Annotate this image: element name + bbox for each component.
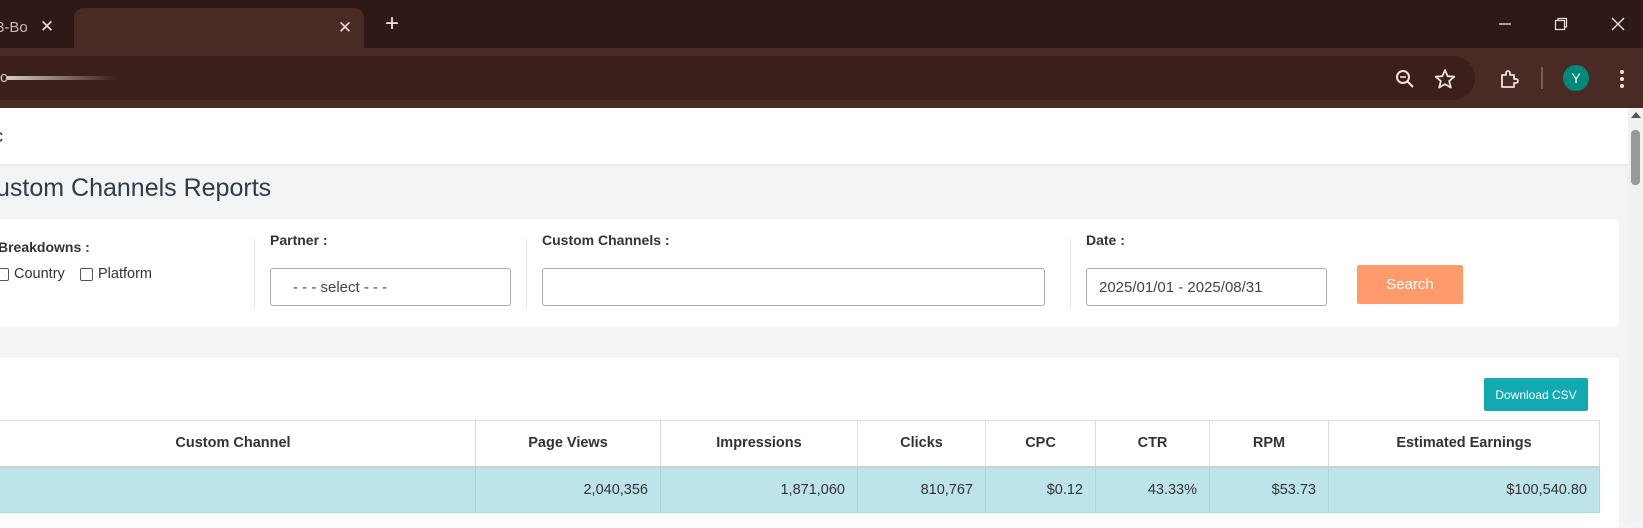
browser-tab-active[interactable]: ✕ <box>74 8 364 48</box>
country-checkbox[interactable]: Country <box>0 266 65 282</box>
cell-page-views: 2,040,356 <box>475 466 661 513</box>
divider <box>1070 239 1071 307</box>
zoom-icon[interactable] <box>1392 66 1418 92</box>
breakdowns-label: Breakdowns : <box>0 239 90 255</box>
browser-toolbar: c <box>0 48 1643 108</box>
custom-channels-input[interactable] <box>542 268 1045 306</box>
bookmark-star-icon[interactable] <box>1432 66 1458 92</box>
browser-tab[interactable]: 3-Bo ✕ <box>0 6 70 48</box>
scroll-thumb[interactable] <box>1631 130 1640 185</box>
cell-ctr: 43.33% <box>1095 466 1210 513</box>
site-header: c <box>0 108 1628 164</box>
header-logo-text: c <box>0 126 3 147</box>
cell-cpc: $0.12 <box>985 466 1096 513</box>
download-csv-button[interactable]: Download CSV <box>1484 378 1588 411</box>
checkbox-box[interactable] <box>0 267 9 281</box>
platform-checkbox[interactable]: Platform <box>80 266 152 282</box>
extensions-icon[interactable] <box>1496 66 1522 92</box>
filter-panel: Breakdowns : Country Platform Partner : … <box>0 219 1619 327</box>
address-bar[interactable]: c <box>0 56 1475 100</box>
date-range-input[interactable]: 2025/01/01 - 2025/08/31 <box>1086 268 1327 306</box>
platform-checkbox-label: Platform <box>98 266 152 282</box>
checkbox-box[interactable] <box>80 267 93 281</box>
column-header[interactable]: Estimated Earnings <box>1328 420 1600 468</box>
cell-rpm: $53.73 <box>1209 466 1329 513</box>
partner-select[interactable]: - - - select - - - <box>270 268 511 306</box>
cell-estimated-earnings: $100,540.80 <box>1328 466 1600 513</box>
new-tab-icon[interactable]: + <box>380 12 404 37</box>
page-title: ustom Channels Reports <box>0 174 272 202</box>
column-header[interactable]: Impressions <box>660 420 858 468</box>
column-header[interactable]: CTR <box>1095 420 1210 468</box>
restore-icon[interactable] <box>1546 10 1576 38</box>
divider <box>526 239 527 307</box>
cell-impressions: 1,871,060 <box>660 466 858 513</box>
column-header[interactable]: RPM <box>1209 420 1329 468</box>
divider <box>254 239 255 307</box>
minimize-icon[interactable] <box>1490 10 1520 38</box>
close-window-icon[interactable] <box>1603 10 1633 38</box>
tab-title: 3-Bo <box>0 18 28 36</box>
partner-label: Partner : <box>270 232 328 248</box>
column-header[interactable]: Custom Channel <box>0 420 476 468</box>
more-menu-icon[interactable] <box>1609 66 1635 92</box>
cell-clicks: 810,767 <box>857 466 986 513</box>
custom-channels-label: Custom Channels : <box>542 232 670 248</box>
search-button[interactable]: Search <box>1357 265 1463 304</box>
column-header[interactable]: Page Views <box>475 420 661 468</box>
redacted-url <box>6 76 116 80</box>
table-header-row: Custom Channel Page Views Impressions Cl… <box>0 420 1600 468</box>
browser-tab-bar: 3-Bo ✕ ✕ + <box>0 0 1643 48</box>
report-table: Custom Channel Page Views Impressions Cl… <box>0 420 1600 513</box>
column-header[interactable]: CPC <box>985 420 1096 468</box>
page-scrollbar[interactable] <box>1628 108 1643 522</box>
country-checkbox-label: Country <box>14 266 65 282</box>
cell-custom-channel <box>0 466 476 513</box>
table-row[interactable]: 2,040,356 1,871,060 810,767 $0.12 43.33%… <box>0 466 1600 513</box>
report-panel: Download CSV Custom Channel Page Views I… <box>0 358 1619 528</box>
date-label: Date : <box>1086 232 1125 248</box>
scroll-up-arrow-icon[interactable] <box>1631 112 1641 118</box>
profile-avatar[interactable]: Y <box>1563 65 1589 91</box>
column-header[interactable]: Clicks <box>857 420 986 468</box>
close-tab-icon[interactable]: ✕ <box>334 17 356 39</box>
close-tab-icon[interactable]: ✕ <box>36 16 58 38</box>
toolbar-divider <box>1541 67 1543 89</box>
